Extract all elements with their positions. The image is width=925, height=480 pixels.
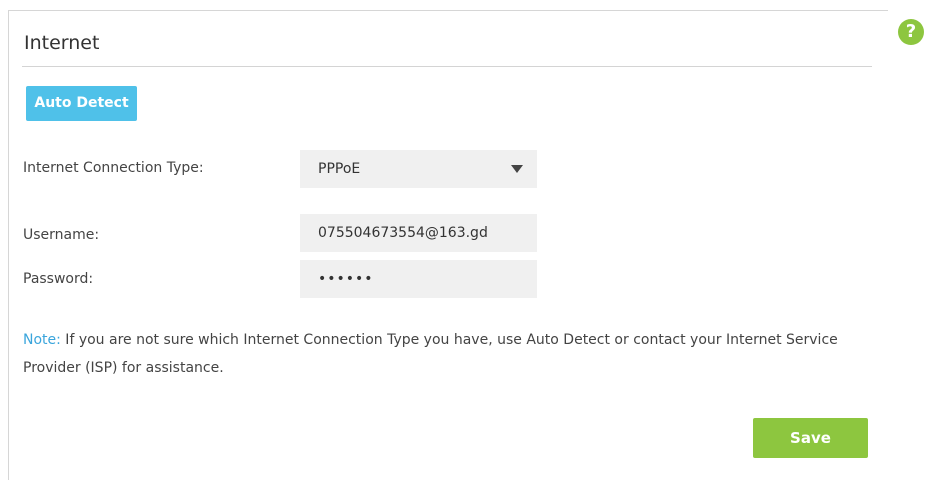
password-input[interactable]: •••••• [300, 260, 537, 298]
connection-type-label: Internet Connection Type: [23, 160, 204, 176]
note-text: If you are not sure which Internet Conne… [23, 332, 838, 376]
connection-type-value: PPPoE [318, 161, 361, 177]
username-input[interactable]: 075504673554@163.gd [300, 214, 537, 252]
note-label: Note: [23, 332, 61, 348]
title-divider [22, 66, 872, 67]
username-label: Username: [23, 227, 100, 243]
save-button[interactable]: Save [753, 418, 868, 458]
auto-detect-button[interactable]: Auto Detect [26, 86, 137, 121]
help-note: Note: If you are not sure which Internet… [23, 326, 863, 382]
connection-type-select[interactable]: PPPoE [300, 150, 537, 188]
help-icon[interactable]: ? [898, 19, 924, 45]
caret-down-icon [511, 165, 523, 173]
page-title: Internet [24, 32, 100, 54]
password-label: Password: [23, 271, 94, 287]
